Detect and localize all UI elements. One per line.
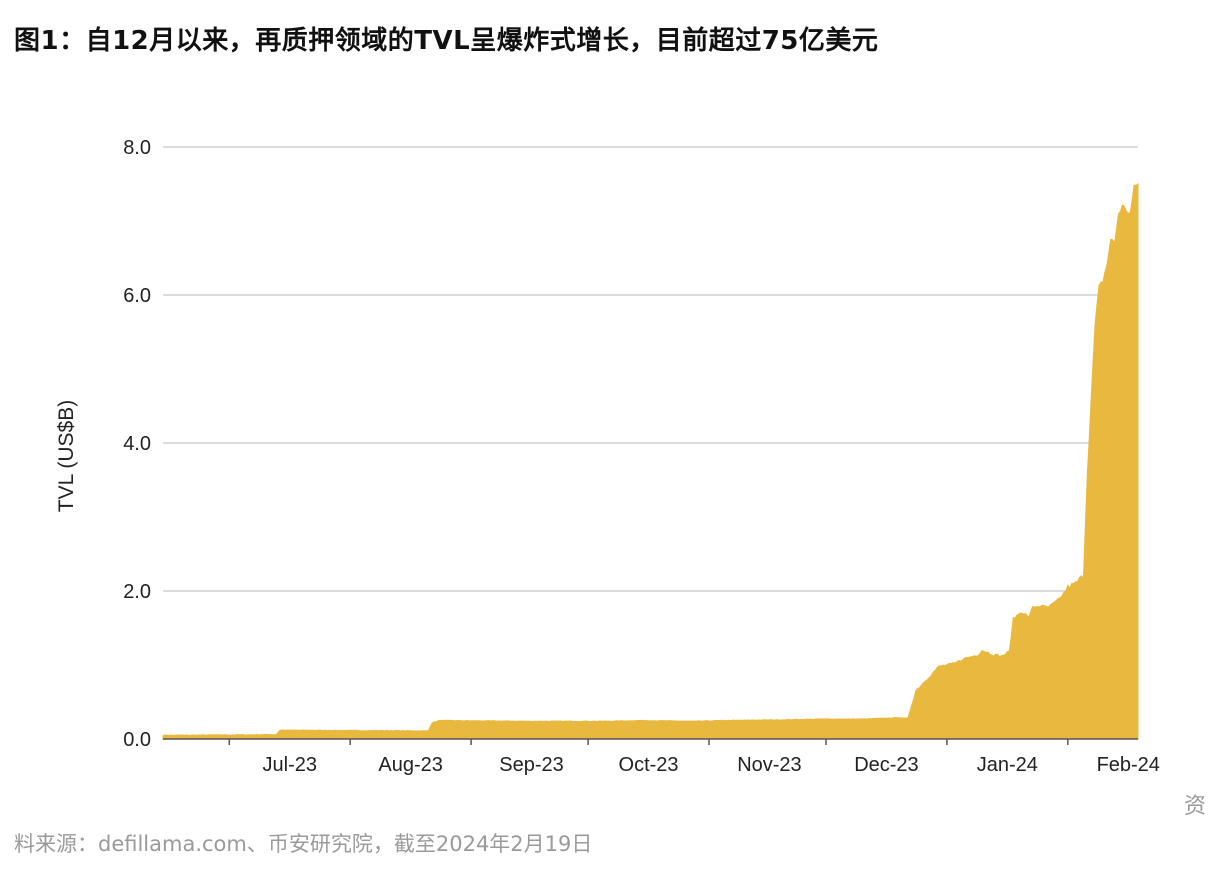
x-tick-label: Dec-23 (854, 754, 918, 776)
source-note: 料来源：defillama.com、币安研究院，截至2024年2月19日 (14, 832, 593, 856)
side-character: 资 (1183, 794, 1206, 819)
tvl-area (162, 183, 1139, 740)
x-tick-label: Sep-23 (499, 754, 564, 776)
x-tick-labels: Jul-23 Aug-23 Sep-23 Oct-23 Nov-23 Dec-23 Jan-… (263, 754, 1160, 776)
y-tick-label: 0.0 (123, 729, 151, 751)
x-tick-label: Feb-24 (1097, 754, 1160, 776)
x-tick-label: Jul-23 (263, 754, 317, 776)
x-tick-label: Aug-23 (378, 754, 443, 776)
y-tick-label: 6.0 (123, 285, 151, 307)
y-tick-label: 2.0 (123, 581, 151, 603)
y-tick-label: 4.0 (123, 433, 151, 455)
y-tick-labels: 0.0 2.0 4.0 6.0 8.0 (123, 137, 151, 751)
figure-page: 图1：自12月以来，再质押领域的TVL呈爆炸式增长，目前超过75亿美元 0.0 2… (0, 0, 1228, 870)
x-tick-label: Oct-23 (619, 754, 679, 776)
y-tick-label: 8.0 (123, 137, 151, 159)
x-tick-label: Nov-23 (737, 754, 801, 776)
y-axis-title: TVL (US$B) (55, 400, 78, 512)
x-tick-label: Jan-24 (977, 754, 1038, 776)
tvl-area-chart: 0.0 2.0 4.0 6.0 8.0 Jul-23 Aug-23 Sep-23 Oct-23… (55, 137, 1160, 776)
grid-lines (163, 146, 1138, 592)
x-axis (163, 738, 1138, 745)
area-layer (162, 183, 1139, 740)
